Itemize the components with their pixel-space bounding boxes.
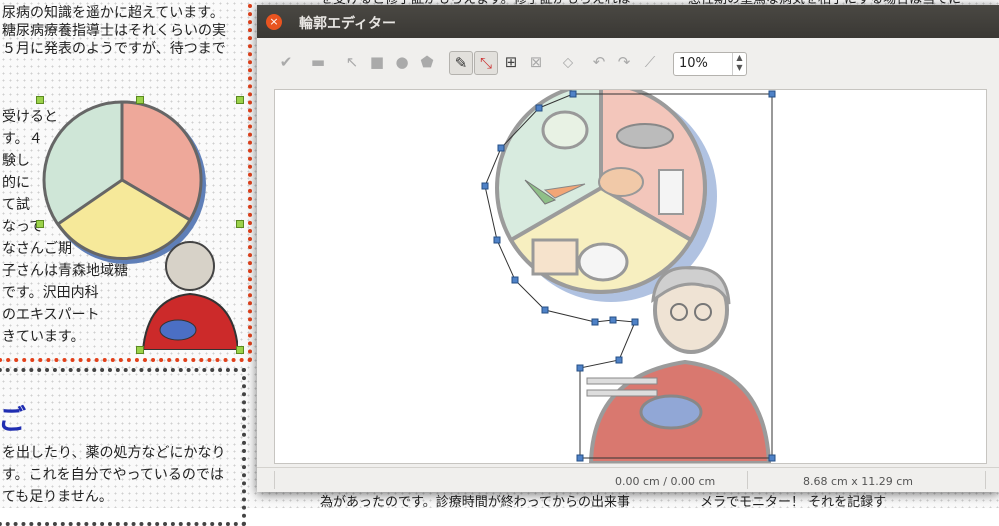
delete-points-icon[interactable]: ⊠: [525, 51, 547, 73]
selection-handle[interactable]: [36, 220, 44, 228]
contour-canvas[interactable]: [274, 89, 987, 464]
auto-contour-icon[interactable]: ⬦: [557, 51, 579, 73]
status-separator: [985, 471, 986, 489]
zoom-field[interactable]: 10% ▲ ▼: [673, 52, 747, 76]
edit-points-icon[interactable]: ✎: [449, 51, 473, 75]
selection-handle[interactable]: [136, 96, 144, 104]
apply-icon[interactable]: ✔: [275, 51, 297, 73]
status-position: 0.00 cm / 0.00 cm: [615, 475, 716, 488]
redo-icon[interactable]: ↷: [613, 51, 635, 73]
move-points-icon[interactable]: ⤡: [474, 51, 498, 75]
insert-points-icon[interactable]: ⊞: [500, 51, 522, 73]
selected-image-thumbnail[interactable]: [38, 98, 238, 350]
section-heading: ご: [0, 403, 27, 436]
dialog-titlebar[interactable]: × 輪郭エディター: [257, 5, 999, 38]
status-separator: [747, 471, 748, 489]
selection-handle[interactable]: [36, 96, 44, 104]
status-bar: 0.00 cm / 0.00 cm 8.68 cm x 11.29 cm: [257, 467, 999, 493]
contour-image: [481, 90, 776, 463]
status-separator: [274, 471, 275, 489]
selection-handle[interactable]: [236, 346, 244, 354]
workspace-icon[interactable]: ▬: [307, 51, 329, 73]
select-icon[interactable]: ↖: [341, 51, 363, 73]
selection-handle[interactable]: [136, 346, 144, 354]
doc-text-line: メラでモニター！ それを記録す: [700, 495, 887, 510]
contour-editor-dialog: × 輪郭エディター ✔ ▬ ↖ ■ ● ⬟ ✎ ⤡ ⊞ ⊠ ⬦ ↶ ↷ ⟋ 10…: [257, 5, 999, 492]
selection-handle[interactable]: [236, 96, 244, 104]
doc-text-line: ても足りません。: [2, 489, 113, 505]
zoom-spinner[interactable]: ▲ ▼: [732, 53, 746, 75]
contour-toolbar: ✔ ▬ ↖ ■ ● ⬟ ✎ ⤡ ⊞ ⊠ ⬦ ↶ ↷ ⟋ 10% ▲ ▼: [257, 38, 999, 86]
status-size: 8.68 cm x 11.29 cm: [803, 475, 914, 488]
doc-text-line: を出したり、薬の処方などにかなり: [2, 445, 226, 461]
dialog-title: 輪郭エディター: [299, 16, 397, 32]
doc-text-line: す。これを自分でやっているのでは: [2, 467, 224, 483]
rectangle-icon[interactable]: ■: [366, 51, 388, 73]
doc-text-line: 為があったのです。診療時間が終わってからの出来事: [320, 495, 631, 510]
undo-icon[interactable]: ↶: [588, 51, 610, 73]
ellipse-icon[interactable]: ●: [391, 51, 413, 73]
selection-handle[interactable]: [236, 220, 244, 228]
polygon-icon[interactable]: ⬟: [416, 51, 438, 73]
close-button[interactable]: ×: [266, 14, 282, 30]
pipette-icon[interactable]: ⟋: [639, 51, 661, 73]
zoom-value: 10%: [679, 56, 708, 71]
